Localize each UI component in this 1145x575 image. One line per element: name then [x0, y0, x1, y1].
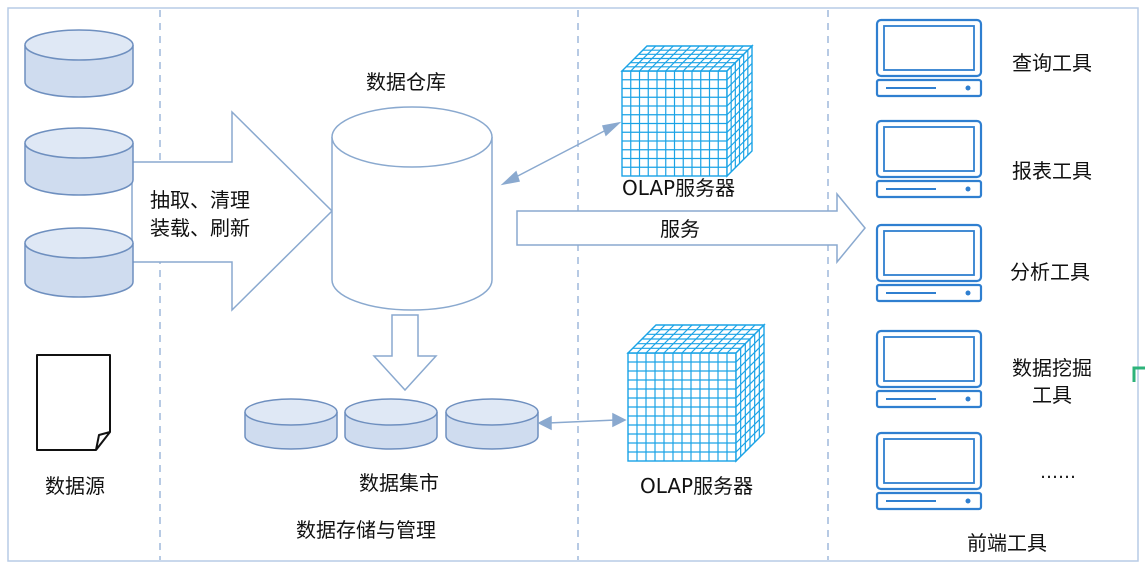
tool-mining-label-line2: 工具: [1032, 383, 1072, 407]
tool-report-label: 报表工具: [1012, 159, 1092, 183]
bidirectional-arrow-top: [500, 121, 622, 186]
monitor-icon-2: [875, 119, 983, 199]
monitor-icon-1: [875, 18, 983, 98]
service-label: 服务: [660, 217, 700, 241]
etl-label-line1: 抽取、清理: [150, 188, 250, 212]
frontend-monitors: [875, 18, 983, 511]
olap-server-top-label: OLAP服务器: [622, 176, 736, 200]
tool-mining-label-line1: 数据挖掘: [1012, 356, 1092, 380]
data-mart-label: 数据集市: [359, 471, 439, 495]
tool-query-label: 查询工具: [1012, 51, 1092, 75]
architecture-diagram: 数据仓库 抽取、清理 装载、刷新 OLAP服务器 服务 OLAP服务器 数据集市…: [0, 0, 1145, 571]
bidirectional-arrow-bottom: [537, 412, 627, 431]
monitor-icon-4: [875, 329, 983, 409]
warehouse-label: 数据仓库: [366, 70, 446, 94]
mart-db-icon-3: [445, 398, 539, 450]
mart-db-icon-2: [344, 398, 438, 450]
mart-db-icon-1: [244, 398, 338, 450]
etl-label-line2: 装载、刷新: [150, 216, 250, 240]
source-db-icon-2: [24, 127, 134, 196]
tool-more-label: ……: [1040, 462, 1076, 483]
monitor-icon-3: [875, 223, 983, 303]
edge-marker: [1132, 366, 1145, 382]
document-icon: [36, 354, 111, 451]
olap-cube-icon-top: [620, 44, 754, 178]
storage-section-label: 数据存储与管理: [296, 518, 436, 542]
frontend-section-label: 前端工具: [967, 531, 1047, 555]
monitor-icon-5: [875, 431, 983, 511]
olap-server-bottom-label: OLAP服务器: [640, 474, 754, 498]
source-db-icon-3: [24, 227, 134, 298]
tool-analysis-label: 分析工具: [1010, 260, 1090, 284]
olap-cube-icon-bottom: [626, 323, 766, 463]
source-db-icon-1: [24, 29, 134, 98]
down-arrow: [372, 314, 438, 392]
warehouse-db-icon: [331, 106, 493, 311]
source-section-label: 数据源: [45, 474, 105, 498]
diagram-canvas: [7, 7, 1145, 562]
